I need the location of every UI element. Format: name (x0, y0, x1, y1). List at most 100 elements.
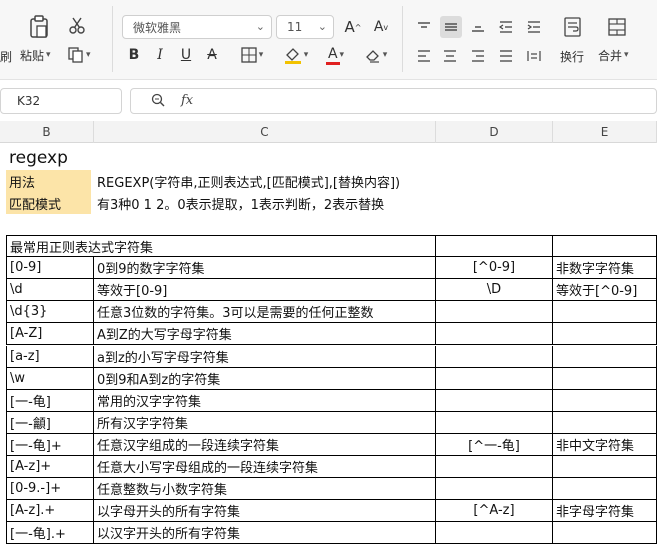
font-name-select[interactable]: 微软雅黑 ⌄ (122, 15, 272, 39)
description-cell[interactable]: 以汉字开头的所有字符集 (94, 522, 436, 545)
underline-button[interactable]: U (176, 44, 196, 66)
negated-pattern-cell[interactable] (436, 478, 553, 501)
wrap-text-icon[interactable] (560, 14, 586, 40)
negated-pattern-cell[interactable]: [^一-龟] (436, 433, 553, 456)
column-header-c[interactable]: C (94, 121, 436, 143)
description-cell[interactable]: 以字母开头的所有字符集 (94, 500, 436, 523)
description-cell[interactable]: 等效于[0-9] (94, 279, 436, 302)
negated-pattern-cell[interactable] (436, 389, 553, 412)
description-cell[interactable]: A到Z的大写字母字符集 (94, 323, 436, 346)
italic-button[interactable]: I (150, 44, 170, 66)
distribute-button[interactable] (524, 46, 544, 66)
negated-description-cell[interactable] (553, 367, 657, 390)
pattern-cell[interactable]: [A-z].+ (6, 500, 94, 523)
name-box[interactable]: K32 (0, 88, 122, 114)
insert-function-button[interactable]: fx (181, 93, 193, 108)
negated-description-cell[interactable]: 等效于[^0-9] (553, 279, 657, 302)
description-cell[interactable]: 任意整数与小数字符集 (94, 478, 436, 501)
negated-pattern-cell[interactable]: [^A-z] (436, 500, 553, 523)
formula-input[interactable]: fx (130, 88, 657, 114)
clear-format-button[interactable]: ▾ (358, 44, 394, 66)
grow-font-button[interactable]: A ^ (343, 16, 363, 38)
bold-button[interactable]: B (124, 44, 144, 66)
description-cell[interactable]: 任意3位数的字符集。3可以是需要的任何正整数 (94, 301, 436, 324)
pattern-cell[interactable]: \d{3} (6, 301, 94, 324)
usage-label-cell[interactable]: 用法 (6, 170, 91, 192)
column-header-b[interactable]: B (0, 121, 94, 143)
wrap-text-button[interactable]: 换行 (560, 48, 584, 65)
description-cell[interactable]: 任意汉字组成的一段连续字符集 (94, 433, 436, 456)
negated-pattern-cell[interactable] (436, 323, 553, 346)
justify-button[interactable] (496, 46, 516, 66)
pattern-cell[interactable]: [一-龟]+ (6, 433, 94, 456)
negated-description-cell[interactable]: 非数字字符集 (553, 257, 657, 280)
negated-pattern-cell[interactable]: \D (436, 279, 553, 302)
negated-pattern-cell[interactable] (436, 367, 553, 390)
copy-button[interactable]: ▾ (68, 45, 91, 65)
align-top-button[interactable] (414, 16, 434, 38)
description-cell[interactable]: 常用的汉字字符集 (94, 389, 436, 412)
column-header-d[interactable]: D (436, 121, 553, 143)
merge-cells-icon[interactable] (604, 14, 630, 40)
table-header-cell[interactable]: 最常用正则表达式字符集 (6, 235, 436, 257)
font-color-button[interactable]: A ▾ (318, 44, 354, 66)
align-center-button[interactable] (440, 46, 460, 66)
pattern-cell[interactable]: [0-9.-]+ (6, 478, 94, 501)
pattern-cell[interactable]: [A-Z] (6, 323, 94, 346)
pattern-cell[interactable]: [a-z] (6, 345, 94, 368)
negated-description-cell[interactable] (553, 456, 657, 478)
pattern-cell[interactable]: [A-z]+ (6, 456, 94, 478)
font-size-select[interactable]: 11 ⌄ (276, 15, 334, 39)
column-header-e[interactable]: E (553, 121, 657, 143)
table-header-empty-d[interactable] (436, 235, 553, 257)
negated-pattern-cell[interactable]: [^0-9] (436, 257, 553, 280)
negated-description-cell[interactable]: 非中文字符集 (553, 433, 657, 456)
negated-pattern-cell[interactable] (436, 456, 553, 478)
shrink-font-button[interactable]: Av (371, 16, 391, 38)
decrease-indent-button[interactable] (496, 16, 516, 38)
pattern-cell[interactable]: [一-龟] (6, 389, 94, 412)
description-cell[interactable]: 0到9和A到z的字符集 (94, 367, 436, 390)
pattern-cell[interactable]: [一-龥] (6, 411, 94, 434)
negated-description-cell[interactable] (553, 411, 657, 434)
cut-icon[interactable] (66, 15, 88, 37)
align-middle-button[interactable] (440, 16, 462, 38)
description-cell[interactable]: 所有汉字字符集 (94, 411, 436, 434)
usage-text-cell[interactable]: REGEXP(字符串,正则表达式,[匹配模式],[替换内容]) (94, 170, 454, 192)
negated-pattern-cell[interactable] (436, 301, 553, 324)
align-left-button[interactable] (414, 46, 434, 66)
strikethrough-button[interactable]: A (202, 44, 222, 66)
description-cell[interactable]: a到z的小写字母字符集 (94, 345, 436, 368)
description-cell[interactable]: 0到9的数字字符集 (94, 257, 436, 280)
increase-indent-button[interactable] (524, 16, 544, 38)
description-cell[interactable]: 任意大小写字母组成的一段连续字符集 (94, 456, 436, 478)
table-row: [a-z] a到z的小写字母字符集 (0, 345, 657, 368)
align-right-button[interactable] (468, 46, 488, 66)
borders-button[interactable]: ▾ (234, 44, 270, 66)
negated-description-cell[interactable] (553, 389, 657, 412)
negated-description-cell[interactable] (553, 323, 657, 346)
pattern-cell[interactable]: [一-龟].+ (6, 522, 94, 545)
negated-pattern-cell[interactable] (436, 411, 553, 434)
negated-pattern-cell[interactable] (436, 345, 553, 368)
paste-icon[interactable] (26, 14, 52, 40)
merge-cells-button[interactable]: 合并 ▾ (598, 46, 629, 64)
negated-description-cell[interactable] (553, 345, 657, 368)
pattern-cell[interactable]: \w (6, 367, 94, 390)
negated-description-cell[interactable]: 非字母字符集 (553, 500, 657, 523)
format-painter-label[interactable]: 刷 (0, 48, 12, 65)
negated-description-cell[interactable] (553, 478, 657, 501)
pattern-cell[interactable]: \d (6, 279, 94, 302)
mode-label-cell[interactable]: 匹配模式 (6, 192, 91, 214)
pattern-cell[interactable]: [0-9] (6, 257, 94, 280)
table-header-empty-e[interactable] (553, 235, 657, 257)
sheet-title-cell[interactable]: regexp (6, 147, 146, 169)
fill-color-button[interactable]: ▾ (278, 44, 314, 66)
align-bottom-button[interactable] (468, 16, 488, 38)
negated-description-cell[interactable] (553, 301, 657, 324)
mode-text-cell[interactable]: 有3种0 1 2。0表示提取，1表示判断，2表示替换 (94, 192, 454, 214)
negated-description-cell[interactable] (553, 522, 657, 545)
paste-button[interactable]: 粘贴 ▾ (20, 46, 51, 64)
zoom-icon[interactable] (151, 93, 165, 111)
negated-pattern-cell[interactable] (436, 522, 553, 545)
